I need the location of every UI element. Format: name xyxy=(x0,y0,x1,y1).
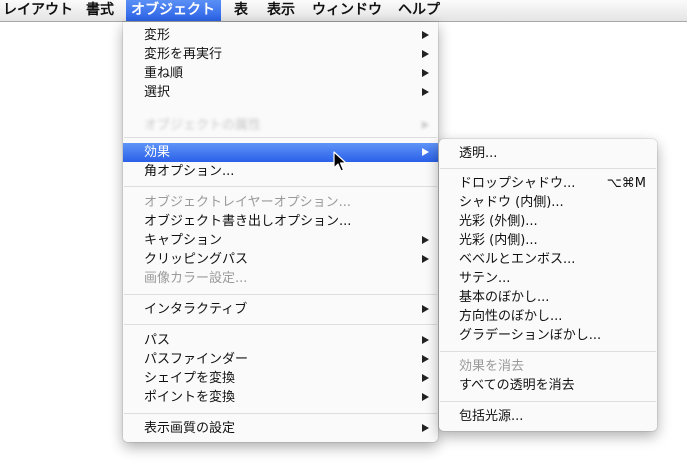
menu-item-corner-options[interactable]: 角オプション... xyxy=(123,162,438,181)
menubar-table[interactable]: 表 xyxy=(229,0,253,21)
menu-item-label: すべての透明を消去 xyxy=(459,378,575,393)
menu-separator xyxy=(124,324,437,325)
menu-item-arrange[interactable]: 重ね順 xyxy=(123,64,438,83)
menu-item-label: 光彩 (内側)... xyxy=(459,233,538,248)
menu-item-label: インタラクティブ xyxy=(144,302,248,317)
menu-item-label: 角オプション... xyxy=(144,164,235,179)
menu-item-captions[interactable]: キャプション xyxy=(123,231,438,250)
menubar-view[interactable]: 表示 xyxy=(262,0,300,21)
menu-item-label: 透明... xyxy=(459,146,498,161)
menu-item-convert-point[interactable]: ポイントを変換 xyxy=(123,388,438,407)
menu-item-transform-again[interactable]: 変形を再実行 xyxy=(123,45,438,64)
menu-item-bevel-emboss[interactable]: ベベルとエンボス... xyxy=(439,250,657,269)
submenu-arrow-icon xyxy=(422,355,429,363)
menu-item-transform[interactable]: 変形 xyxy=(123,26,438,45)
menu-item-clear-all-transparency[interactable]: すべての透明を消去 xyxy=(439,376,657,395)
submenu-arrow-icon xyxy=(422,50,429,58)
menu-item-object-export-options[interactable]: オブジェクト書き出しオプション... xyxy=(123,212,438,231)
object-menu: 変形 変形を再実行 重ね順 選択 オブジェクトの属性 効果 角オプション... … xyxy=(123,22,438,442)
menu-separator xyxy=(440,168,656,169)
menu-item-effects[interactable]: 効果 xyxy=(123,143,438,162)
menu-item-paths[interactable]: パス xyxy=(123,331,438,350)
menu-item-interactive[interactable]: インタラクティブ xyxy=(123,300,438,319)
menu-item-label: オブジェクトレイヤーオプション... xyxy=(144,195,352,210)
menu-item-label: 効果 xyxy=(144,145,171,160)
menu-item-label: サテン... xyxy=(459,271,511,286)
menu-item-image-color-settings: 画像カラー設定... xyxy=(123,269,438,288)
effects-submenu: 透明... ドロップシャドウ... ⌥⌘M シャドウ (内側)... 光彩 (外側… xyxy=(439,139,657,431)
submenu-arrow-icon xyxy=(422,69,429,77)
submenu-arrow-icon xyxy=(422,393,429,401)
menu-item-label: キャプション xyxy=(144,233,223,248)
menu-separator xyxy=(440,401,656,402)
menu-item-label: パス xyxy=(144,333,171,348)
submenu-arrow-icon xyxy=(422,374,429,382)
menu-item-label: 包括光源... xyxy=(459,409,524,424)
menu-bar: レイアウト 書式 オブジェクト 表 表示 ウィンドウ ヘルプ xyxy=(0,0,687,22)
menu-item-drop-shadow[interactable]: ドロップシャドウ... ⌥⌘M xyxy=(439,174,657,193)
menu-item-transparency[interactable]: 透明... xyxy=(439,144,657,163)
menu-item-label: クリッピングパス xyxy=(144,252,249,267)
menu-item-label: 光彩 (外側)... xyxy=(459,214,538,229)
menu-item-inner-glow[interactable]: 光彩 (内側)... xyxy=(439,231,657,250)
menu-item-label: 変形を再実行 xyxy=(144,47,223,62)
menu-separator xyxy=(124,186,437,187)
menu-item-satin[interactable]: サテン... xyxy=(439,269,657,288)
menu-item-label: シェイプを変換 xyxy=(144,371,236,386)
menu-item-label: ドロップシャドウ... xyxy=(459,176,576,191)
menu-item-label: 画像カラー設定... xyxy=(144,271,248,286)
mouse-pointer-icon xyxy=(333,151,347,172)
submenu-arrow-icon xyxy=(422,255,429,263)
menu-item-clipping-path[interactable]: クリッピングパス xyxy=(123,250,438,269)
menu-item-inner-shadow[interactable]: シャドウ (内側)... xyxy=(439,193,657,212)
menubar-object[interactable]: オブジェクト xyxy=(126,0,221,21)
menu-item-object-layer-options: オブジェクトレイヤーオプション... xyxy=(123,193,438,212)
menubar-help[interactable]: ヘルプ xyxy=(393,0,445,21)
menu-item-label: ポイントを変換 xyxy=(144,390,236,405)
menu-item-label: 効果を消去 xyxy=(459,359,525,374)
menu-item-label: 方向性のぼかし... xyxy=(459,309,563,324)
menu-item-display-performance[interactable]: 表示画質の設定 xyxy=(123,419,438,438)
menu-separator xyxy=(440,351,656,352)
menu-separator xyxy=(124,413,437,414)
menu-item-label: シャドウ (内側)... xyxy=(459,195,564,210)
menu-item-convert-shape[interactable]: シェイプを変換 xyxy=(123,369,438,388)
menu-item-label: 表示画質の設定 xyxy=(144,421,236,436)
menu-item-basic-feather[interactable]: 基本のぼかし... xyxy=(439,288,657,307)
menu-item-gradient-feather[interactable]: グラデーションぼかし... xyxy=(439,326,657,345)
submenu-arrow-icon xyxy=(422,336,429,344)
menu-item-label: 重ね順 xyxy=(144,66,184,81)
submenu-arrow-icon xyxy=(422,121,429,129)
menubar-type[interactable]: 書式 xyxy=(81,0,119,21)
submenu-arrow-icon xyxy=(422,305,429,313)
shortcut-label: ⌥⌘M xyxy=(606,176,646,191)
menu-item-outer-glow[interactable]: 光彩 (外側)... xyxy=(439,212,657,231)
menu-item-label: グラデーションぼかし... xyxy=(459,328,602,343)
submenu-arrow-icon xyxy=(422,31,429,39)
submenu-arrow-icon xyxy=(422,236,429,244)
menu-item-directional-feather[interactable]: 方向性のぼかし... xyxy=(439,307,657,326)
submenu-arrow-icon xyxy=(422,88,429,96)
menu-item-label: ベベルとエンボス... xyxy=(459,252,576,267)
menu-item-object-attributes: オブジェクトの属性 xyxy=(123,116,438,135)
submenu-arrow-icon xyxy=(422,148,429,156)
menu-separator xyxy=(124,294,437,295)
menu-item-label: オブジェクト書き出しオプション... xyxy=(144,214,352,229)
menubar-layout[interactable]: レイアウト xyxy=(0,0,78,21)
menu-item-label: パスファインダー xyxy=(144,352,249,367)
menu-item-clear-effects: 効果を消去 xyxy=(439,357,657,376)
submenu-arrow-icon xyxy=(422,424,429,432)
menu-item-pathfinder[interactable]: パスファインダー xyxy=(123,350,438,369)
menu-item-label: 選択 xyxy=(144,85,171,100)
menu-separator xyxy=(124,137,437,138)
menu-item-global-light[interactable]: 包括光源... xyxy=(439,407,657,426)
menu-item-label: オブジェクトの属性 xyxy=(144,118,262,133)
menu-item-label: 変形 xyxy=(144,28,171,43)
menu-item-select[interactable]: 選択 xyxy=(123,83,438,102)
menu-item-label: 基本のぼかし... xyxy=(459,290,550,305)
menubar-window[interactable]: ウィンドウ xyxy=(307,0,387,21)
